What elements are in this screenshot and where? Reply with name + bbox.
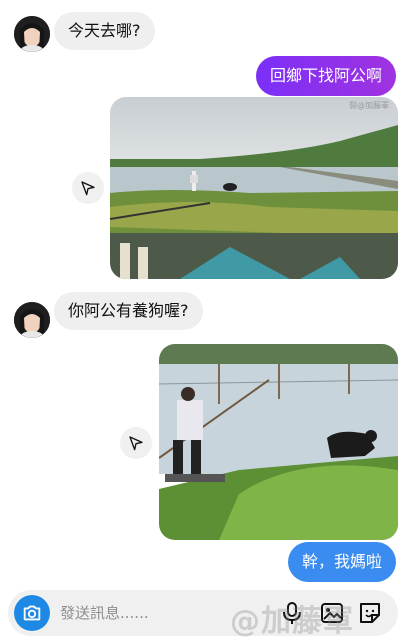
avatar[interactable]: [14, 16, 50, 52]
message-input[interactable]: 發送訊息......: [60, 590, 149, 636]
shared-photo-fishpond[interactable]: [110, 97, 398, 279]
share-icon[interactable]: [120, 427, 152, 459]
message-bubble-incoming: 你阿公有養狗喔?: [54, 292, 203, 330]
camera-icon: [23, 605, 41, 621]
photo-watermark: 裂@加藤軍: [349, 101, 389, 110]
message-bubble-outgoing: 幹，我媽啦: [287, 542, 396, 582]
share-icon[interactable]: [72, 172, 104, 204]
message-bubble-incoming: 今天去哪?: [54, 12, 155, 50]
sticker-icon: [360, 603, 380, 623]
sticker-button[interactable]: [356, 599, 384, 627]
camera-button[interactable]: [14, 595, 50, 631]
message-bubble-outgoing: 回鄉下找阿公啊: [255, 56, 396, 96]
watermark: @加藤軍: [230, 604, 354, 639]
shared-photo-pond-closeup[interactable]: [159, 344, 398, 540]
avatar[interactable]: [14, 302, 50, 338]
